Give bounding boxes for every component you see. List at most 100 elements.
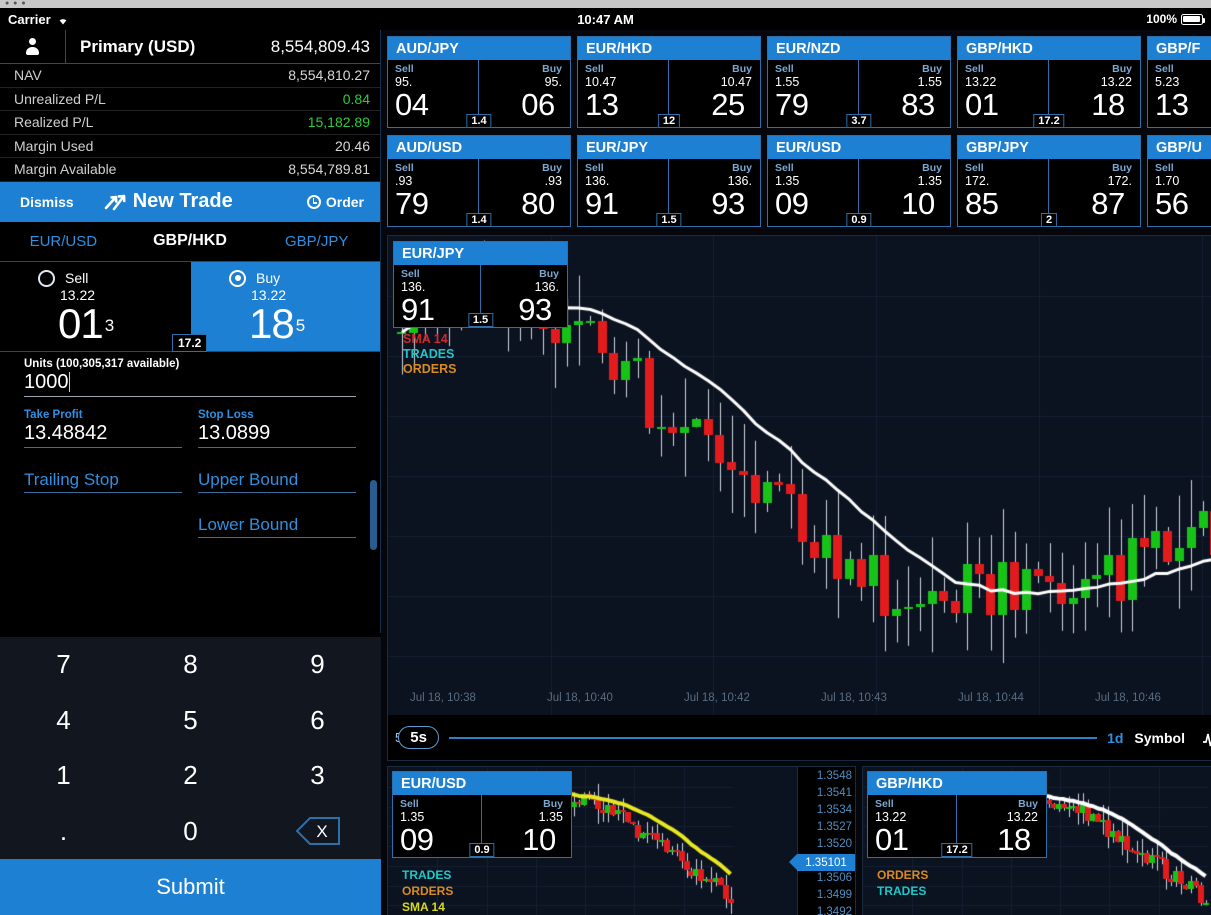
rate-tile-sell[interactable]: Sell 1.55 797	[768, 60, 858, 128]
rate-tile-buy-label: Buy	[732, 63, 752, 75]
rate-tile-column: EUR/HKD Sell 10.47 133 Buy 10.47 253 12 EUR/JPY S…	[577, 36, 761, 231]
units-input[interactable]: 1000	[24, 371, 356, 397]
rate-tile-eur-jpy[interactable]: EUR/JPY Sell 136. 915 Buy 136. 930 1.5	[577, 135, 761, 227]
indicator-icon[interactable]	[1202, 726, 1211, 750]
rate-tile-gbp-hkd[interactable]: GBP/HKD Sell 13.22 013 Buy 13.22 185 17.2	[957, 36, 1141, 128]
trade-arrows-icon	[104, 194, 126, 210]
rate-tile-eur-hkd[interactable]: EUR/HKD Sell 10.47 133 Buy 10.47 253 12	[577, 36, 761, 128]
instrument-tab-gbp-hkd[interactable]: GBP/HKD	[127, 232, 254, 250]
rate-tile-sell-label: Sell	[395, 63, 414, 75]
trailing-stop-input[interactable]: Trailing Stop	[24, 470, 182, 493]
symbol-button[interactable]: Symbol	[1134, 730, 1185, 746]
mini-quote-sell-sup: 3	[908, 831, 916, 847]
keypad-key-2[interactable]: 2	[127, 748, 254, 804]
rate-tile-column: GBP/HKD Sell 13.22 013 Buy 13.22 185 17.2 GBP/JP…	[957, 36, 1141, 231]
rate-tile-gbp-f[interactable]: GBP/F Sell 5.23 134	[1147, 36, 1211, 128]
stop-loss-input[interactable]: 13.0899	[198, 422, 356, 448]
rate-tile-buy[interactable]: Buy 172. 879	[1048, 159, 1140, 227]
order-button[interactable]: Order	[306, 193, 364, 210]
keypad-key-1[interactable]: 1	[0, 748, 127, 804]
account-avatar[interactable]	[0, 30, 66, 63]
keypad-key-8[interactable]: 8	[127, 637, 254, 693]
rate-tile-column: AUD/JPY Sell 95. 046 Buy 95. 060 1.4 AUD/USD Sell…	[387, 36, 571, 231]
rate-tile-buy[interactable]: Buy 10.47 253	[668, 60, 760, 128]
status-bar: Carrier 10:47 AM 100%	[0, 8, 1211, 30]
legend-orders: ORDERS	[403, 362, 457, 376]
rate-tile-buy-sup: 6	[934, 195, 942, 211]
main-chart-quote: EUR/JPY Sell 136. 915 Buy 136. 930 1.5	[393, 241, 568, 328]
mini-chart-pair: EUR/USD	[393, 772, 571, 795]
mini-quote-spread: 0.9	[469, 843, 495, 857]
mini-legend-trades: TRADES	[877, 884, 927, 898]
timeframe-slider-track[interactable]	[448, 736, 1098, 739]
panel-scrollbar[interactable]	[370, 480, 377, 550]
rate-tile-eur-nzd[interactable]: EUR/NZD Sell 1.55 797 Buy 1.55 834 3.7	[767, 36, 951, 128]
rate-tile-sell[interactable]: Sell 136. 915	[578, 159, 668, 227]
keypad-key-4[interactable]: 4	[0, 693, 127, 749]
rate-tile-sell[interactable]: Sell .93 790	[388, 159, 478, 227]
instrument-tab-eur-usd[interactable]: EUR/USD	[0, 233, 127, 250]
rate-tile-pair: GBP/F	[1148, 37, 1211, 60]
keypad-key-9[interactable]: 9	[254, 637, 381, 693]
main-quote-sell[interactable]: Sell 136. 915	[394, 265, 480, 327]
time-tick: Jul 18, 10:46	[1095, 692, 1161, 704]
rate-tile-buy[interactable]: Buy 1.55 834	[858, 60, 950, 128]
upper-bound-input[interactable]: Upper Bound	[198, 470, 356, 493]
rate-tile-sell[interactable]: Sell 10.47 133	[578, 60, 668, 128]
lower-bound-input[interactable]: Lower Bound	[198, 515, 356, 538]
rate-tile-sell[interactable]: Sell 172. 859	[958, 159, 1048, 227]
buy-radio[interactable]	[229, 269, 246, 287]
backspace-icon[interactable]: X	[254, 804, 381, 860]
window-controls[interactable]: ● ● ●	[5, 0, 27, 7]
mini-chart-eur-usd[interactable]: EUR/USD Sell 1.35 097 Buy 1.35 106 0.9 TRADES ORD…	[387, 766, 856, 915]
timeframe-pill[interactable]: 5s	[398, 726, 439, 749]
sell-label: Sell	[65, 270, 89, 286]
rate-tile-buy[interactable]: Buy 136. 930	[668, 159, 760, 227]
main-chart[interactable]: EUR/JPY Sell 136. 915 Buy 136. 930 1.5 S…	[387, 235, 1211, 716]
sell-side-option[interactable]: Sell 13.22 01 3	[0, 262, 189, 351]
rate-tile-buy[interactable]: Buy 95. 060	[478, 60, 570, 128]
mini-chart-gbp-hkd[interactable]: GBP/HKD Sell 13.22 013 Buy 13.22 185 17.2 ORDERS…	[862, 766, 1211, 915]
buy-side-option[interactable]: Buy 13.22 18 5	[191, 261, 380, 351]
rate-tile-buy-sup: 0	[744, 195, 752, 211]
rate-tile-pair: GBP/JPY	[958, 136, 1140, 159]
mini-charts-row: EUR/USD Sell 1.35 097 Buy 1.35 106 0.9 TRADES ORD…	[387, 766, 1211, 915]
keypad-key-6[interactable]: 6	[254, 693, 381, 749]
timeframe-1d[interactable]: 1d	[1107, 730, 1123, 746]
rate-tile-spread: 1.4	[466, 114, 492, 128]
take-profit-input[interactable]: 13.48842	[24, 422, 182, 448]
keypad-key-dot[interactable]: .	[0, 804, 127, 860]
rate-tile-gbp-u[interactable]: GBP/U Sell 1.70 561	[1147, 135, 1211, 227]
rate-tile-eur-usd[interactable]: EUR/USD Sell 1.35 097 Buy 1.35 106 0.9	[767, 135, 951, 227]
keypad-key-3[interactable]: 3	[254, 748, 381, 804]
main-quote-sell-big: 91	[401, 292, 435, 327]
new-trade-button[interactable]: New Trade	[104, 190, 233, 213]
rate-tile-sell[interactable]: Sell 1.70 561	[1148, 159, 1211, 227]
mini-quote-sell[interactable]: Sell 1.35 097	[393, 795, 481, 857]
rate-tile-buy-big: 83	[901, 87, 935, 122]
stat-value: 8,554,789.81	[288, 161, 370, 178]
account-header[interactable]: Primary (USD) 8,554,809.43	[0, 30, 380, 64]
keypad-key-0[interactable]: 0	[127, 804, 254, 860]
legend-trades: TRADES	[403, 347, 455, 361]
rate-tile-sell-sup: 1	[1188, 195, 1196, 211]
order-label: Order	[325, 193, 364, 210]
rate-tile-sell[interactable]: Sell 95. 046	[388, 60, 478, 128]
rate-tile-gbp-jpy[interactable]: GBP/JPY Sell 172. 859 Buy 172. 879 2	[957, 135, 1141, 227]
rate-tile-buy[interactable]: Buy .93 804	[478, 159, 570, 227]
dismiss-button[interactable]: Dismiss	[20, 194, 74, 210]
rate-tile-sell[interactable]: Sell 5.23 134	[1148, 60, 1211, 128]
rate-tile-aud-jpy[interactable]: AUD/JPY Sell 95. 046 Buy 95. 060 1.4	[387, 36, 571, 128]
sell-radio[interactable]	[38, 269, 55, 287]
keypad-key-5[interactable]: 5	[127, 693, 254, 749]
account-balance: 8,554,809.43	[270, 36, 370, 56]
instrument-tab-gbp-jpy[interactable]: GBP/JPY	[253, 233, 380, 250]
keypad-key-7[interactable]: 7	[0, 637, 127, 693]
rate-tile-buy[interactable]: Buy 1.35 106	[858, 159, 950, 227]
submit-button[interactable]: Submit	[0, 859, 381, 915]
rate-tile-aud-usd[interactable]: AUD/USD Sell .93 790 Buy .93 804 1.4	[387, 135, 571, 227]
rate-tile-sell[interactable]: Sell 1.35 097	[768, 159, 858, 227]
mini-current-price: 1.35101	[789, 854, 855, 871]
new-trade-label: New Trade	[132, 190, 233, 212]
buy-price-big: 18	[249, 299, 295, 347]
